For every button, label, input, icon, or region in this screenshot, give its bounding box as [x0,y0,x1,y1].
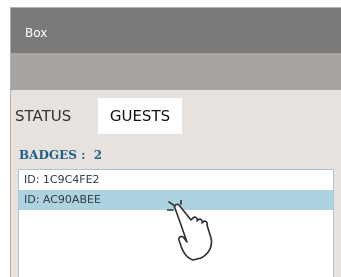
title-bar: Box [11,8,341,53]
app-window: Box STATUS GUESTS BADGES : 2 ID: 1C9C4FE… [10,7,341,277]
tab-guests[interactable]: GUESTS [98,98,182,134]
hand-tap-icon [167,200,213,261]
tab-status[interactable]: STATUS [15,98,99,134]
badges-count: 2 [93,148,103,162]
toolbar-strip [11,53,341,90]
list-item[interactable]: ID: 1C9C4FE2 [19,170,333,190]
badges-label: BADGES : [19,148,86,162]
window-title: Box [25,26,48,40]
badges-summary: BADGES : 2 [19,148,102,162]
